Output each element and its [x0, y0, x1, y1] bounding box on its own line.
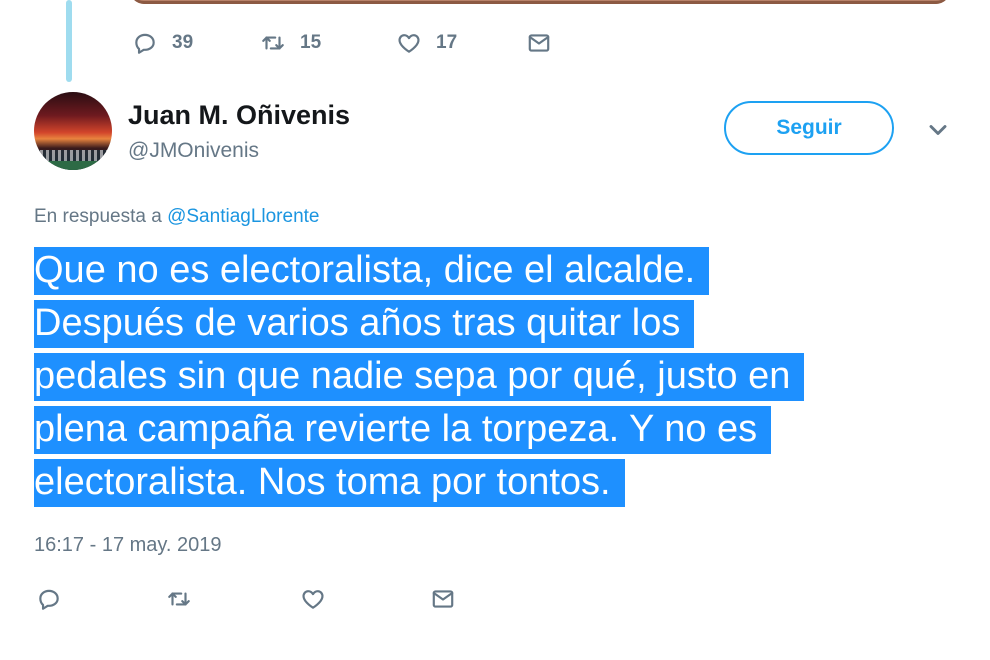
- selected-text: electoralista. Nos toma por tontos.: [34, 459, 625, 507]
- tweet-text: Que no es electoralista, dice el alcalde…: [34, 244, 964, 509]
- reply-mention-link[interactable]: @SantiagLlorente: [167, 206, 319, 227]
- like-count: 17: [436, 32, 458, 53]
- retweet-icon: [168, 592, 190, 606]
- envelope-icon: [432, 590, 454, 608]
- reply-count: 39: [172, 32, 194, 53]
- reply-context: En respuesta a @SantiagLlorente: [34, 206, 319, 228]
- direct-message-button[interactable]: [526, 30, 552, 56]
- chevron-down-icon: [929, 125, 947, 135]
- selected-text: Después de varios años tras quitar los: [34, 300, 695, 348]
- like-button[interactable]: 17: [396, 30, 457, 56]
- author-handle[interactable]: @JMOnivenis: [128, 139, 259, 163]
- tweet-text-line: plena campaña revierte la torpeza. Y no …: [34, 403, 964, 456]
- reply-context-label: En respuesta a: [34, 206, 162, 227]
- more-options-button[interactable]: [924, 116, 952, 144]
- previous-tweet-media[interactable]: [130, 0, 950, 4]
- retweet-icon: [262, 36, 284, 50]
- direct-message-button[interactable]: [430, 586, 456, 612]
- like-button[interactable]: [300, 586, 326, 612]
- thread-connector-line: [66, 0, 72, 82]
- tweet-text-line: electoralista. Nos toma por tontos.: [34, 456, 964, 509]
- tweet-text-line: Que no es electoralista, dice el alcalde…: [34, 244, 964, 297]
- envelope-icon: [528, 34, 550, 52]
- heart-icon: [398, 34, 420, 53]
- retweet-button[interactable]: [166, 586, 192, 612]
- selected-text: plena campaña revierte la torpeza. Y no …: [34, 406, 772, 454]
- retweet-count: 15: [300, 32, 322, 53]
- retweet-button[interactable]: 15: [260, 30, 321, 56]
- follow-button[interactable]: Seguir: [724, 101, 894, 155]
- reply-icon: [39, 589, 59, 610]
- tweet-text-line: pedales sin que nadie sepa por qué, just…: [34, 350, 964, 403]
- tweet-text-line: Después de varios años tras quitar los: [34, 297, 964, 350]
- tweet-timestamp[interactable]: 16:17 - 17 may. 2019: [34, 534, 222, 557]
- heart-icon: [302, 590, 324, 609]
- reply-button[interactable]: 39: [132, 30, 193, 56]
- reply-button[interactable]: [36, 586, 62, 612]
- avatar[interactable]: [34, 92, 112, 170]
- author-display-name[interactable]: Juan M. Oñivenis: [128, 100, 350, 131]
- reply-icon: [135, 33, 155, 54]
- selected-text: Que no es electoralista, dice el alcalde…: [34, 247, 710, 295]
- selected-text: pedales sin que nadie sepa por qué, just…: [34, 353, 805, 401]
- tweet-page: 39 15 17 Juan M. Oñivenis @JMOnivenis Se…: [0, 0, 990, 660]
- avatar-ground: [34, 161, 112, 170]
